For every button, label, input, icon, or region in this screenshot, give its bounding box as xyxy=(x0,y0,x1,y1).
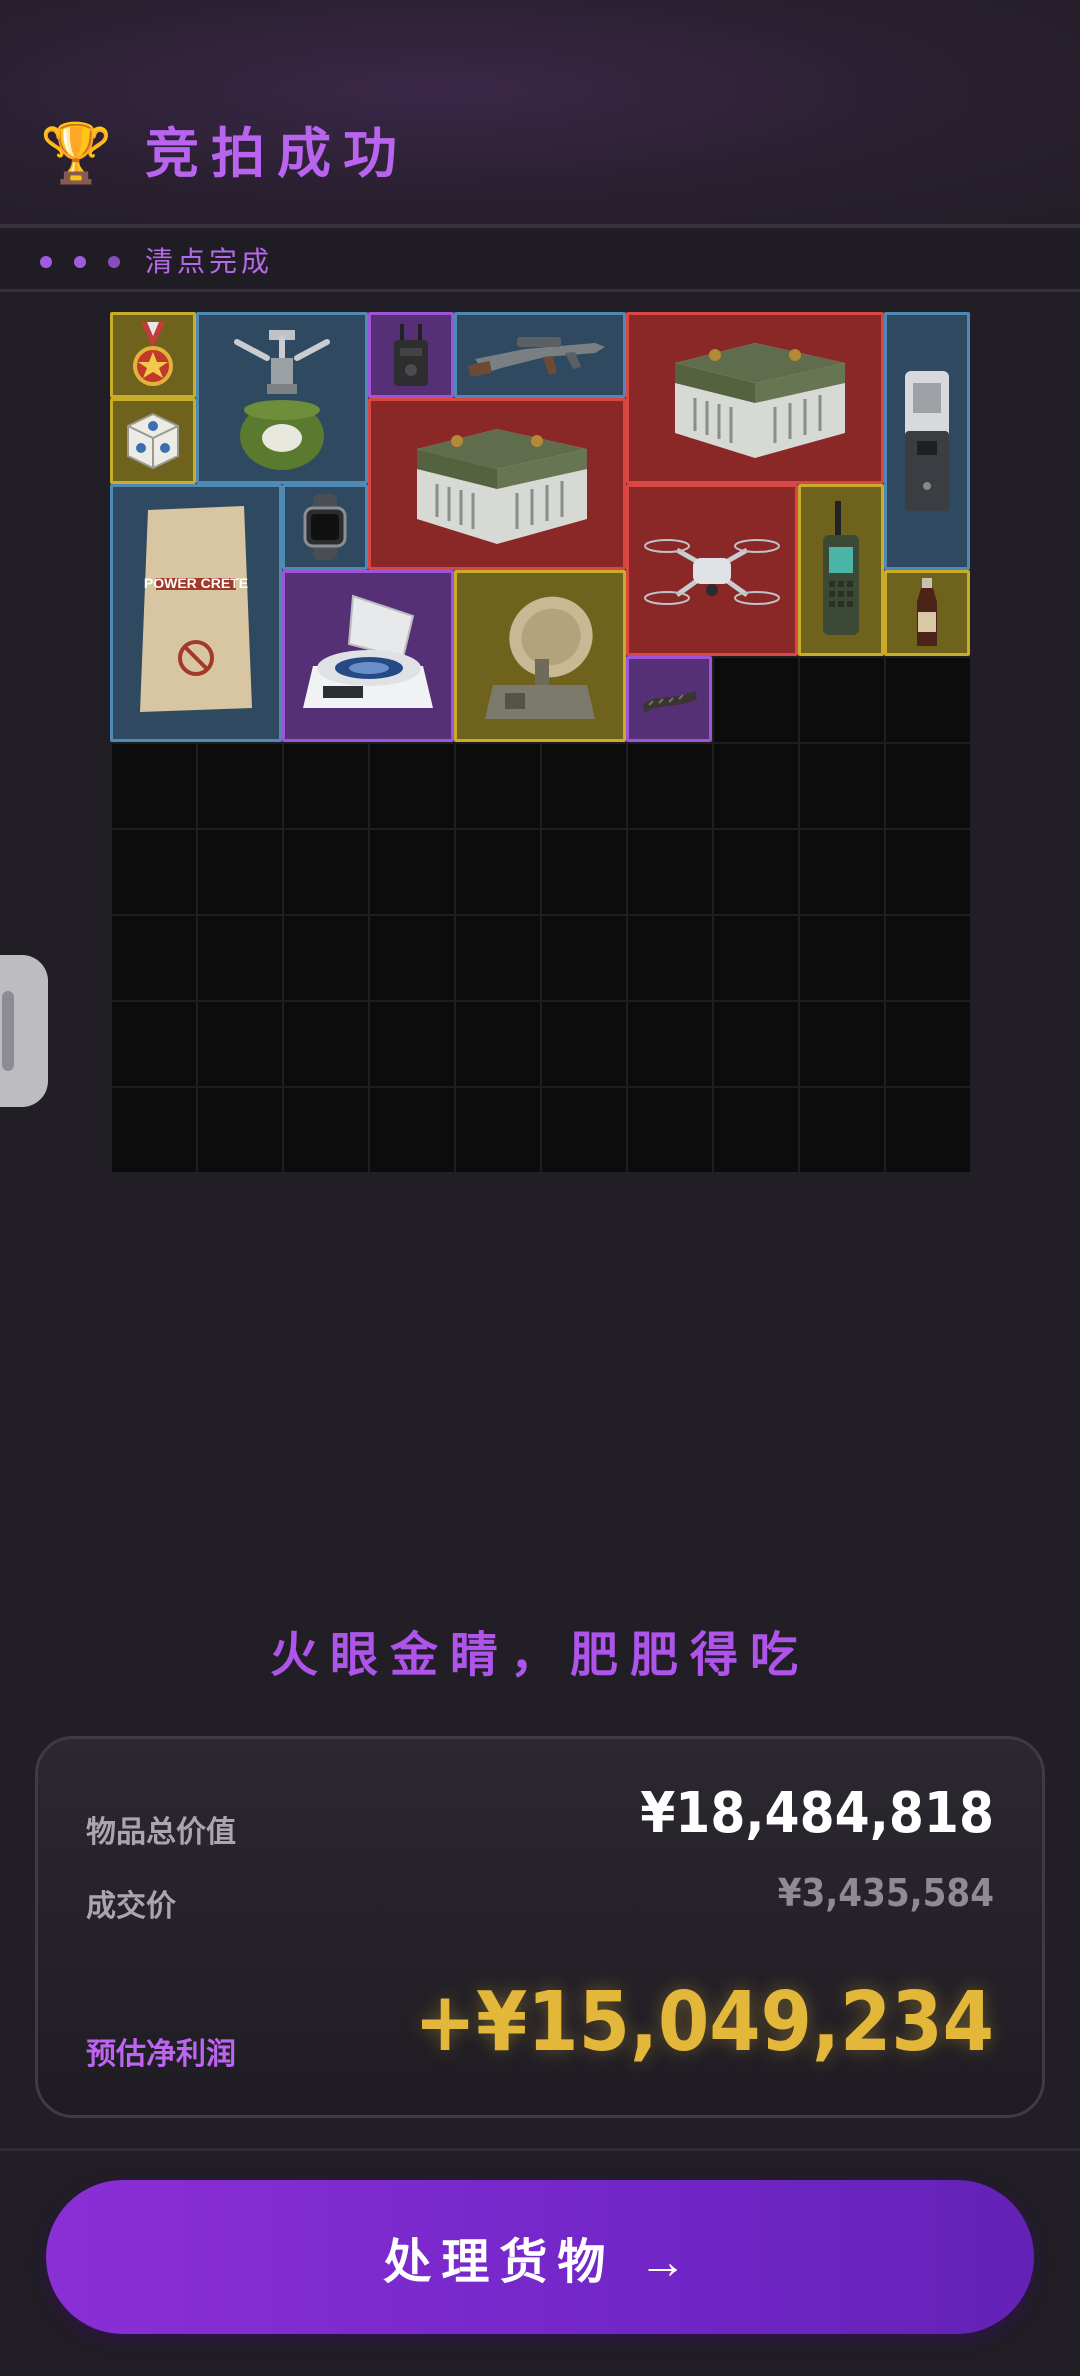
slogan-text: 火眼金睛，肥肥得吃 xyxy=(269,1627,810,1683)
crate-icon xyxy=(417,429,587,544)
terminal-icon xyxy=(905,371,949,511)
item-cube-toy[interactable] xyxy=(110,398,196,484)
rope-icon xyxy=(643,691,697,713)
item-cement-bag[interactable]: POWER CRETE xyxy=(110,484,282,742)
summary-card: 物品总价值 ¥18,484,818 成交价 ¥3,435,584 预估净利润 +… xyxy=(35,1736,1045,2118)
cement-bag-icon: POWER CRETE xyxy=(140,506,252,712)
status-text: 清点完成 xyxy=(145,245,274,278)
item-radio-transmitter[interactable] xyxy=(368,312,454,398)
total-value: ¥18,484,818 xyxy=(640,1781,994,1846)
profit-label: 预估净利润 xyxy=(86,2037,236,2072)
drawer-grip-icon xyxy=(2,991,14,1071)
page-title: 竞拍成功 xyxy=(145,122,409,185)
side-drawer-handle[interactable] xyxy=(0,955,48,1107)
trophy-icon: 🏆 xyxy=(40,119,113,187)
header: 🏆 竞拍成功 xyxy=(0,0,1080,228)
deal-price-value: ¥3,435,584 xyxy=(777,1871,994,1915)
item-smartwatch[interactable] xyxy=(282,484,368,570)
total-value-label: 物品总价值 xyxy=(86,1815,236,1850)
smartwatch-icon xyxy=(303,494,347,560)
progress-dot xyxy=(108,256,120,268)
divider xyxy=(0,2148,1080,2151)
item-military-crate-large[interactable] xyxy=(626,312,884,484)
drone-icon xyxy=(644,539,780,605)
radio-icon xyxy=(394,324,428,386)
status-bar: 清点完成 xyxy=(0,232,1080,292)
item-military-crate[interactable] xyxy=(368,398,626,570)
bottle-icon xyxy=(917,578,937,646)
item-terminal-device[interactable] xyxy=(884,312,970,570)
profit-value: +¥15,049,234 xyxy=(414,1975,994,2070)
item-sauce-bottle[interactable] xyxy=(884,570,970,656)
centrifuge-icon xyxy=(303,594,433,708)
cube-icon xyxy=(127,412,179,470)
item-medal[interactable] xyxy=(110,312,196,398)
radar-dish-icon xyxy=(485,596,595,719)
item-radar-dish[interactable] xyxy=(454,570,626,742)
item-gas-stove[interactable] xyxy=(196,312,368,484)
deal-price-label: 成交价 xyxy=(86,1889,176,1924)
process-goods-button[interactable]: 处理货物 → xyxy=(46,2180,1034,2334)
item-drone[interactable] xyxy=(626,484,798,656)
cement-bag-label: POWER CRETE xyxy=(144,575,248,591)
medal-icon xyxy=(133,322,173,386)
inventory-grid: POWER CRETE xyxy=(110,312,970,1172)
gas-stove-icon xyxy=(234,330,330,470)
progress-dot xyxy=(74,256,86,268)
rifle-icon xyxy=(467,337,605,378)
progress-dot xyxy=(40,256,52,268)
walkie-talkie-icon xyxy=(823,501,859,635)
item-walkie-talkie[interactable] xyxy=(798,484,884,656)
item-rifle[interactable] xyxy=(454,312,626,398)
crate-icon xyxy=(675,343,845,458)
item-centrifuge[interactable] xyxy=(282,570,454,742)
item-rope[interactable] xyxy=(626,656,712,742)
